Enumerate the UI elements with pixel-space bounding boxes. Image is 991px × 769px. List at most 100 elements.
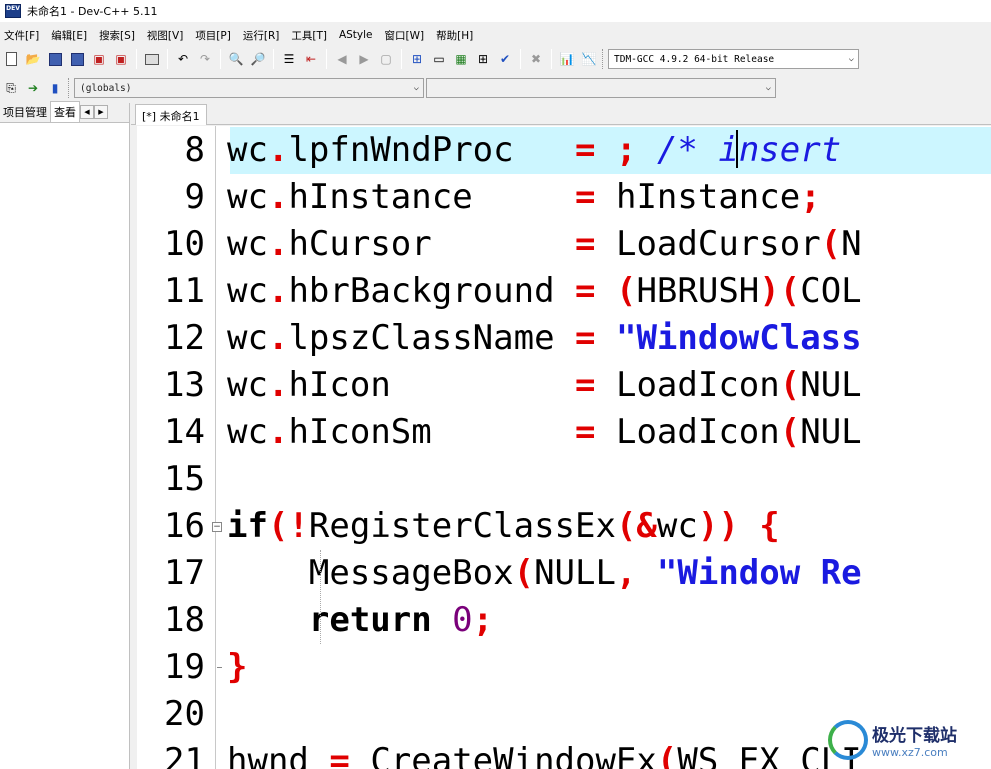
code-text: if(!RegisterClassEx(&wc)) {	[227, 506, 780, 546]
save-all-button[interactable]	[68, 50, 86, 68]
code-text: wc.hCursor = LoadCursor(N	[227, 224, 862, 264]
unindent-icon: ⇤	[305, 52, 317, 66]
stop-button[interactable]: ✖	[527, 50, 545, 68]
indent-button[interactable]: ☰	[280, 50, 298, 68]
code-text: MessageBox(NULL, "Window Re	[227, 553, 862, 593]
line-number: 14	[164, 412, 205, 452]
code-line: 19 }	[137, 644, 991, 691]
code-line: 18 return 0;	[137, 597, 991, 644]
undo-icon: ↶	[177, 52, 189, 66]
line-number: 20	[164, 694, 205, 734]
code-line: 10 wc.hCursor = LoadCursor(N	[137, 221, 991, 268]
line-number: 12	[164, 318, 205, 358]
code-text: hwnd = CreateWindowEx(WS_EX_CLI	[227, 741, 862, 769]
menu-search[interactable]: 搜索[S]	[95, 28, 139, 43]
code-text: wc.lpszClassName = "WindowClass	[227, 318, 862, 358]
devcpp-logo-icon: DEV	[5, 4, 21, 18]
menu-project[interactable]: 项目[P]	[191, 28, 235, 43]
save-all-icon	[70, 52, 84, 66]
run-button[interactable]: ▭	[430, 50, 448, 68]
code-text: }	[227, 647, 248, 687]
line-number: 8	[184, 130, 205, 170]
new-file-button[interactable]	[2, 50, 20, 68]
fold-end-marker	[217, 667, 222, 668]
tab-scroll-left-button[interactable]: ◀	[80, 105, 94, 119]
rebuild-icon: ⊞	[477, 52, 489, 66]
toggle-comment-button[interactable]: ▢	[377, 50, 395, 68]
line-number: 9	[184, 177, 205, 217]
toolbar-separator	[520, 49, 521, 69]
line-number: 19	[164, 647, 205, 687]
unindent-button[interactable]: ⇤	[302, 50, 320, 68]
delete-profile-button[interactable]: 📉	[580, 50, 598, 68]
toolbar-separator	[220, 49, 221, 69]
menu-astyle[interactable]: AStyle	[335, 29, 377, 41]
menu-help[interactable]: 帮助[H]	[432, 28, 477, 43]
toolbar-separator	[136, 49, 137, 69]
compiler-select[interactable]: TDM-GCC 4.9.2 64-bit Release ⌵	[608, 49, 859, 69]
undo-button[interactable]: ↶	[174, 50, 192, 68]
replace-button[interactable]: 🔎	[249, 50, 267, 68]
code-text: wc.hbrBackground = (HBRUSH)(COL	[227, 271, 862, 311]
find-button[interactable]: 🔍	[227, 50, 245, 68]
rebuild-button[interactable]: ⊞	[474, 50, 492, 68]
scope-select-value: (globals)	[80, 82, 132, 94]
code-line: 17 MessageBox(NULL, "Window Re	[137, 550, 991, 597]
close-all-button[interactable]: ▣	[112, 50, 130, 68]
line-number: 13	[164, 365, 205, 405]
tab-scroll-right-button[interactable]: ▶	[94, 105, 108, 119]
goto-button[interactable]: ➔	[24, 79, 42, 97]
chart-delete-icon: 📉	[581, 52, 597, 66]
menu-tools[interactable]: 工具[T]	[287, 28, 331, 43]
profile-button[interactable]: 📊	[558, 50, 576, 68]
save-icon	[48, 52, 62, 66]
window-title: 未命名1 - Dev-C++ 5.11	[27, 5, 158, 18]
menu-edit[interactable]: 编辑[E]	[47, 28, 91, 43]
tab-project-manager[interactable]: 项目管理	[0, 102, 50, 122]
line-number: 11	[164, 271, 205, 311]
compile-run-button[interactable]: ▦	[452, 50, 470, 68]
indent-guide	[320, 550, 321, 644]
redo-button[interactable]: ↷	[196, 50, 214, 68]
code-editor[interactable]: 8 wc.lpfnWndProc = ; /* insert 9 wc.hIns…	[137, 126, 991, 769]
code-line: 14 wc.hIconSm = LoadIcon(NUL	[137, 409, 991, 456]
fold-collapse-icon[interactable]: −	[212, 522, 222, 532]
syntax-check-button[interactable]: ✔	[496, 50, 514, 68]
close-file-icon: ▣	[93, 52, 105, 66]
line-number: 16	[164, 506, 205, 546]
symbol-select[interactable]: ⌵	[426, 78, 776, 98]
nav-back-button[interactable]: ◀	[333, 50, 351, 68]
toolbar-grip[interactable]	[68, 78, 71, 98]
stop-icon: ✖	[530, 52, 542, 66]
toolbar-separator	[326, 49, 327, 69]
editor-tab-untitled[interactable]: [*] 未命名1	[135, 104, 207, 125]
new-file-icon	[5, 52, 17, 66]
menu-window[interactable]: 窗口[W]	[381, 28, 429, 43]
scope-select[interactable]: (globals) ⌵	[74, 78, 424, 98]
compile-grid-icon: ⊞	[411, 52, 423, 66]
close-file-button[interactable]: ▣	[90, 50, 108, 68]
save-button[interactable]	[46, 50, 64, 68]
toolbar-separator	[401, 49, 402, 69]
line-number: 17	[164, 553, 205, 593]
checkmark-icon: ✔	[499, 52, 511, 66]
toolbar-grip[interactable]	[602, 49, 605, 69]
menu-run[interactable]: 运行[R]	[239, 28, 284, 43]
bookmark-button[interactable]: ▮	[46, 79, 64, 97]
comment-icon: ▢	[380, 52, 392, 66]
watermark-logo-icon	[828, 720, 868, 760]
menu-file[interactable]: 文件[F]	[0, 28, 43, 43]
nav-forward-button[interactable]: ▶	[355, 50, 373, 68]
insert-button[interactable]: ⎘	[2, 79, 20, 97]
print-button[interactable]	[143, 50, 161, 68]
code-line: 11 wc.hbrBackground = (HBRUSH)(COL	[137, 268, 991, 315]
find-icon: 🔍	[228, 52, 244, 66]
menu-view[interactable]: 视图[V]	[143, 28, 187, 43]
open-file-button[interactable]: 📂	[24, 50, 42, 68]
code-text: wc.hIconSm = LoadIcon(NUL	[227, 412, 862, 452]
compile-button[interactable]: ⊞	[408, 50, 426, 68]
chart-icon: 📊	[559, 52, 575, 66]
code-line: 9 wc.hInstance = hInstance;	[137, 174, 991, 221]
tab-view[interactable]: 查看	[50, 101, 80, 122]
code-line: 12 wc.lpszClassName = "WindowClass	[137, 315, 991, 362]
